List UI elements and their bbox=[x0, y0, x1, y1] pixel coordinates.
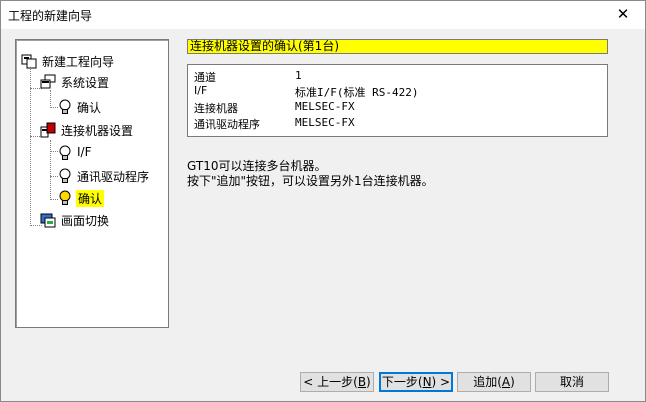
button-label: 追加( bbox=[473, 375, 502, 389]
system-settings-icon bbox=[40, 74, 56, 89]
button-label: ) bbox=[510, 375, 515, 389]
mnemonic-key: N bbox=[422, 375, 432, 389]
settings-summary: 通道 1 I/F 标准I/F(标准 RS-422) 连接机器 MELSEC-FX… bbox=[187, 64, 608, 137]
next-button[interactable]: 下一步(N) > bbox=[379, 372, 453, 392]
wizard-window: 工程的新建向导 ✕ 新建工程向导 系统设置 确认 连接机器设置 I/F 通讯驱动… bbox=[0, 0, 646, 402]
summary-value: MELSEC-FX bbox=[295, 116, 355, 129]
info-message-line2: 按下"追加"按钮，可以设置另外1台连接机器。 bbox=[187, 174, 434, 188]
lightbulb-icon bbox=[59, 145, 71, 160]
button-label: ) > bbox=[431, 375, 451, 389]
lightbulb-icon bbox=[59, 99, 71, 114]
step-header: 连接机器设置的确认(第1台) bbox=[187, 39, 608, 54]
tree-item-system-settings[interactable]: 系统设置 bbox=[40, 73, 160, 91]
tree-item-communication-driver[interactable]: 通讯驱动程序 bbox=[58, 167, 168, 185]
add-button[interactable]: 追加(A) bbox=[457, 372, 531, 392]
tree-item-device-confirm[interactable]: 确认 bbox=[58, 189, 158, 207]
project-wizard-icon bbox=[21, 54, 37, 69]
wizard-step-tree: 新建工程向导 系统设置 确认 连接机器设置 I/F 通讯驱动程序 确认 画面切换 bbox=[15, 39, 169, 328]
window-title: 工程的新建向导 bbox=[8, 9, 93, 23]
tree-item-screen-switch[interactable]: 画面切换 bbox=[40, 211, 160, 229]
summary-value: 标准I/F(标准 RS-422) bbox=[295, 86, 419, 99]
cancel-button[interactable]: 取消 bbox=[535, 372, 609, 392]
tree-item-label: 确认 bbox=[76, 190, 105, 207]
summary-key: 连接机器 bbox=[194, 102, 238, 115]
tree-item-label: 通讯驱动程序 bbox=[77, 170, 150, 184]
device-connection-icon bbox=[40, 122, 56, 138]
tree-item-label: 系统设置 bbox=[61, 76, 110, 90]
tree-item-interface[interactable]: I/F bbox=[58, 144, 158, 162]
mnemonic-key: A bbox=[501, 375, 511, 389]
close-button[interactable]: ✕ bbox=[601, 1, 645, 29]
tree-item-label: 新建工程向导 bbox=[42, 55, 115, 69]
tree-item-system-confirm[interactable]: 确认 bbox=[58, 98, 158, 116]
summary-key: 通讯驱动程序 bbox=[194, 118, 260, 131]
title-bar: 工程的新建向导 ✕ bbox=[1, 1, 645, 29]
summary-value: MELSEC-FX bbox=[295, 100, 355, 113]
button-label: 取消 bbox=[559, 375, 584, 389]
tree-item-new-project-wizard[interactable]: 新建工程向导 bbox=[21, 52, 161, 70]
close-icon: ✕ bbox=[616, 5, 630, 23]
lightbulb-lit-icon bbox=[59, 190, 71, 205]
screen-switch-icon bbox=[40, 213, 56, 228]
lightbulb-icon bbox=[59, 168, 71, 183]
tree-item-label: 确认 bbox=[77, 101, 102, 115]
button-label: 下一步( bbox=[381, 375, 423, 389]
summary-key: 通道 bbox=[194, 71, 216, 84]
summary-value: 1 bbox=[295, 69, 302, 82]
mnemonic-key: B bbox=[357, 375, 367, 389]
summary-key: I/F bbox=[194, 84, 208, 97]
tree-item-label: 画面切换 bbox=[61, 214, 110, 228]
tree-item-label: 连接机器设置 bbox=[61, 124, 134, 138]
button-label: ) bbox=[366, 375, 371, 389]
tree-item-connected-device-settings[interactable]: 连接机器设置 bbox=[40, 121, 168, 139]
button-label: < 上一步( bbox=[303, 375, 358, 389]
back-button[interactable]: < 上一步(B) bbox=[300, 372, 374, 392]
tree-item-label: I/F bbox=[77, 145, 92, 159]
